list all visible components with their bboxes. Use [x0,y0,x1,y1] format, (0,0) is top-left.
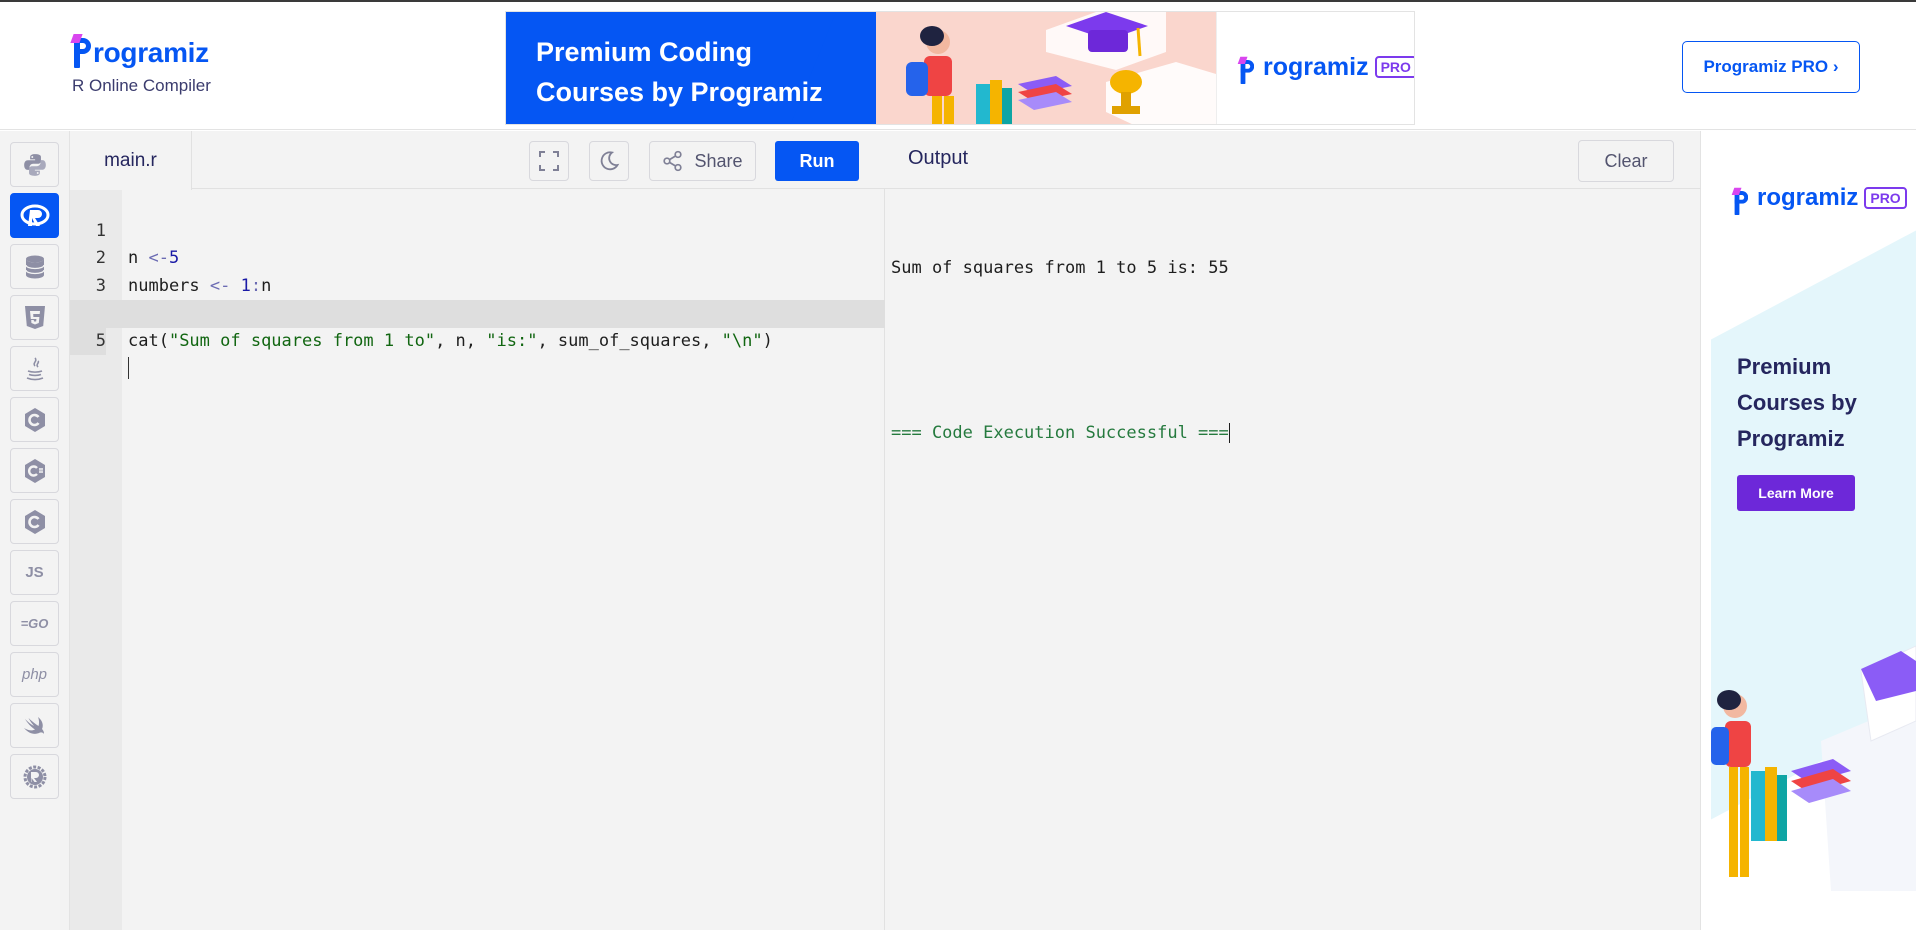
ad-logo-panel: rogramiz PRO [1216,12,1414,124]
student-illustration-icon [906,12,1216,124]
programiz-pro-logo: rogramiz PRO [1237,50,1414,84]
output-pane: Output Clear Sum of squares from 1 to 5 … [885,131,1701,930]
site-header: rogramiz R Online Compiler Premium Codin… [0,2,1916,130]
theme-toggle-button[interactable] [589,141,629,181]
code-editor-pane: main.r Share Run 1 n <-5 2 numbers <- 1:… [70,131,885,930]
rust-icon[interactable] [10,754,59,799]
database-icon[interactable] [10,244,59,289]
text-cursor [1228,423,1230,443]
code-line[interactable]: 3 sum_of_squares <- sum(numbers^2) [70,245,885,324]
js-icon[interactable]: JS [10,550,59,595]
clear-button[interactable]: Clear [1578,140,1674,182]
output-toolbar: Output Clear [885,131,1701,189]
language-sidebar: JS =GO php [0,131,70,930]
brand-name: rogramiz [93,37,209,68]
learn-more-button[interactable]: Learn More [1737,475,1855,511]
brand[interactable]: rogramiz R Online Compiler [70,32,211,96]
programiz-p-icon [70,34,92,68]
code-line[interactable]: 1 n <-5 [70,190,885,269]
c-icon[interactable] [10,397,59,442]
fullscreen-button[interactable] [529,141,569,181]
java-icon[interactable] [10,346,59,391]
cpp-icon[interactable] [10,499,59,544]
php-icon[interactable]: php [10,652,59,697]
execution-status: === Code Execution Successful === [891,423,1230,443]
output-console[interactable]: Sum of squares from 1 to 5 is: 55 === Co… [891,200,1230,503]
student-illustration-icon [1711,645,1916,891]
code-line-active[interactable]: 5 [70,300,885,379]
programiz-logo[interactable]: rogramiz [70,32,211,68]
code-text: cat("Sum of squares from 1 to", n, "is:"… [128,330,773,351]
top-banner-ad[interactable]: Premium Coding Courses by Programiz rogr… [505,11,1415,125]
output-title: Output [908,147,969,169]
right-ad-column: rogramiz PRO Premium Courses by Programi… [1701,131,1916,930]
go-icon[interactable]: =GO [10,601,59,646]
swift-icon[interactable] [10,703,59,748]
text-cursor [128,357,129,379]
compiler-title: R Online Compiler [72,76,211,95]
r-icon[interactable] [10,193,59,238]
ad-illustration [876,12,1216,124]
programiz-pro-button[interactable]: Programiz PRO › [1682,41,1860,93]
share-icon [663,150,683,172]
python-icon[interactable] [10,142,59,187]
programiz-p-icon [1237,56,1255,84]
moon-icon [600,151,620,171]
output-line: Sum of squares from 1 to 5 is: 55 [891,258,1229,278]
line-number: 5 [70,327,106,355]
programiz-p-icon [1731,187,1749,215]
html5-icon[interactable] [10,295,59,340]
ad-headline: Premium Courses by Programiz [1737,354,1857,451]
programiz-pro-logo: rogramiz PRO [1731,181,1907,215]
editor-toolbar: main.r Share Run [70,131,885,190]
ad-headline: Premium Coding Courses by Programiz [536,37,823,107]
code-area[interactable]: 1 n <-5 2 numbers <- 1:n 3 sum_of_square… [70,190,885,379]
code-line[interactable]: 4 cat("Sum of squares from 1 to", n, "is… [70,273,885,351]
side-banner-ad[interactable]: rogramiz PRO Premium Courses by Programi… [1711,141,1916,891]
run-button[interactable]: Run [775,141,859,181]
code-text [128,355,129,383]
share-button[interactable]: Share [649,141,756,181]
file-tab-main[interactable]: main.r [70,131,192,190]
share-label: Share [694,150,743,171]
fullscreen-icon [539,151,559,171]
csharp-icon[interactable] [10,448,59,493]
code-line[interactable]: 2 numbers <- 1:n [70,218,885,296]
